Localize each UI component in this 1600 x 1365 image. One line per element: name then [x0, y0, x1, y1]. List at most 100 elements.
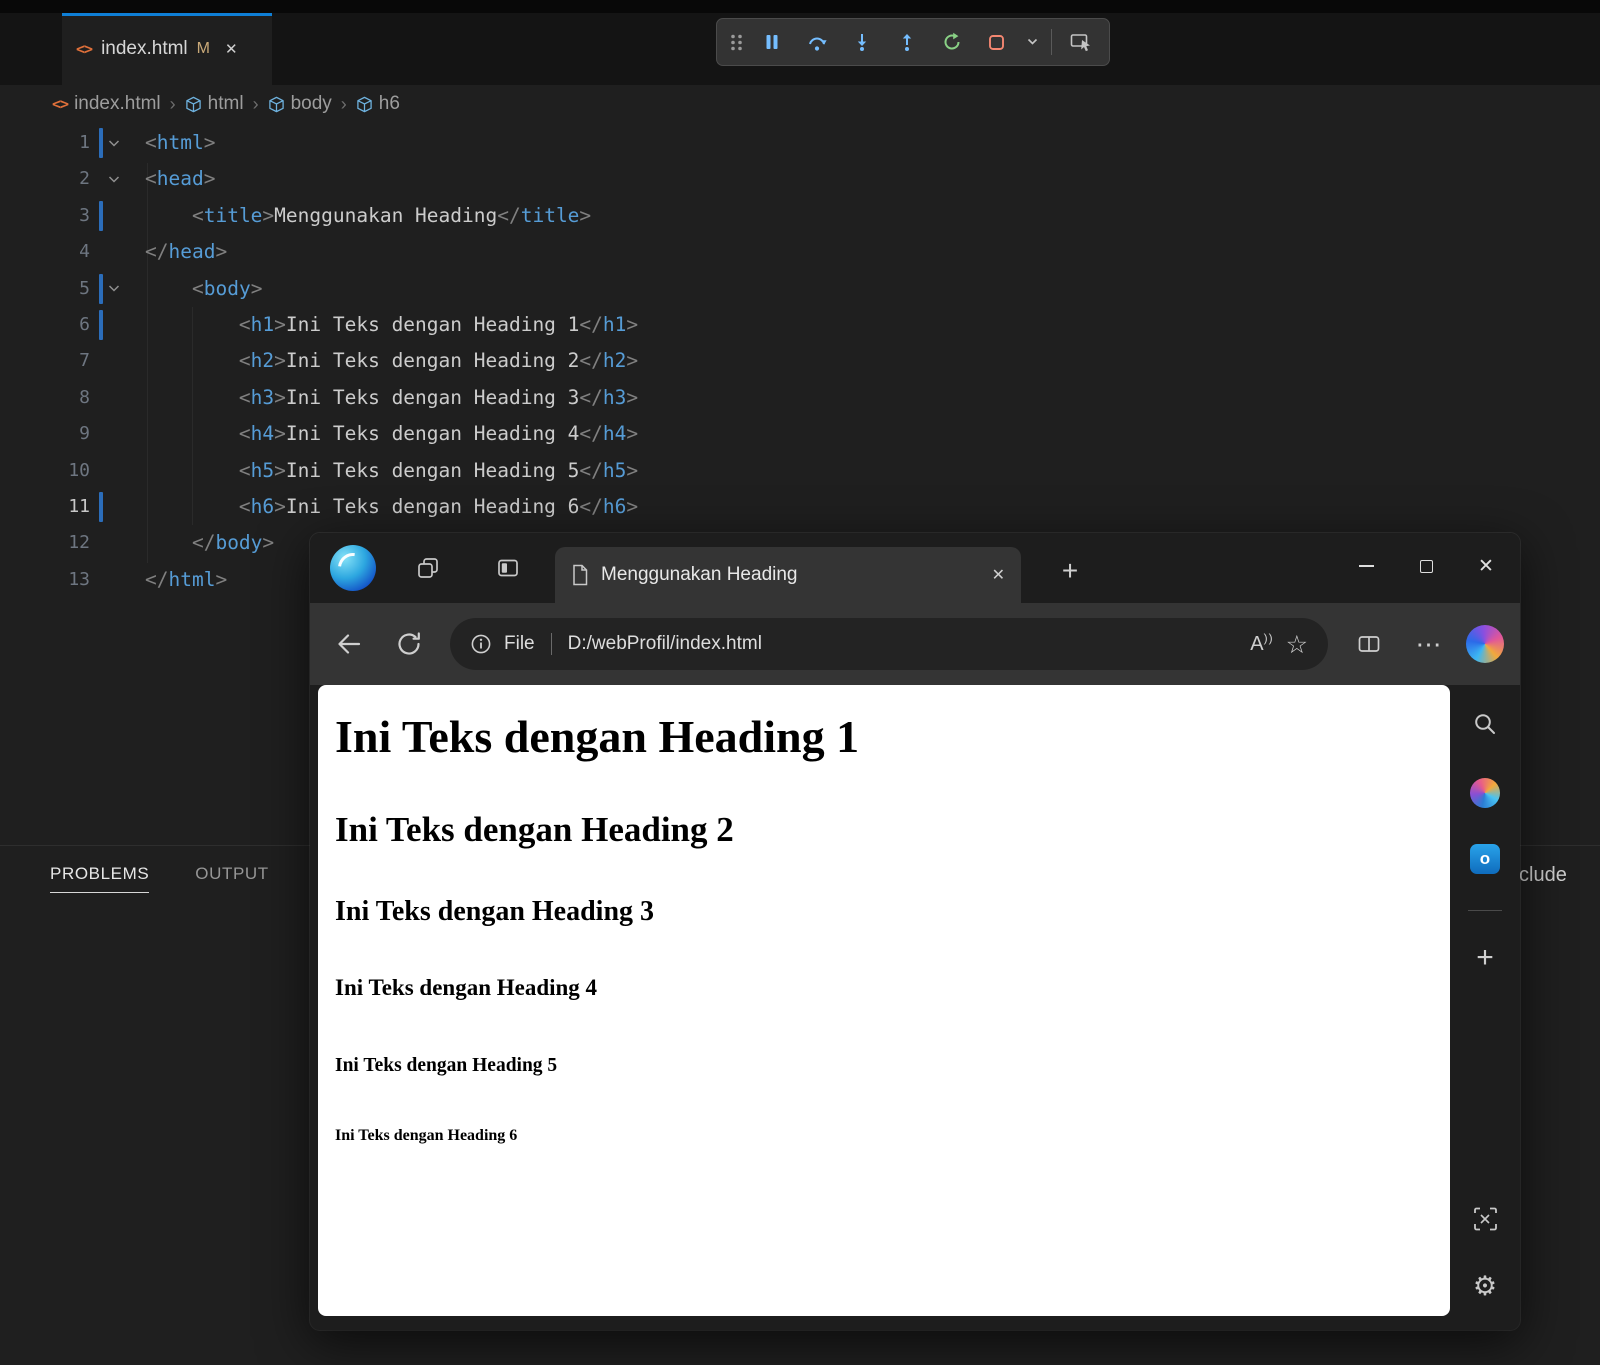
tab-close-icon[interactable]: ✕ [225, 40, 238, 58]
info-icon[interactable] [470, 633, 492, 655]
code-line-5[interactable]: 5 <body> [0, 271, 1600, 307]
address-bar[interactable]: File D:/webProfil/index.html A )) ☆ [450, 618, 1328, 670]
code-line-3[interactable]: 3 <title>Menggunakan Heading</title> [0, 198, 1600, 234]
toolbar-separator [1051, 29, 1052, 55]
tab-group-button[interactable] [410, 550, 446, 586]
breadcrumb-symbol-label: h6 [378, 93, 400, 114]
pause-button[interactable] [749, 22, 794, 62]
line-number: 2 [79, 168, 90, 190]
code-line-2[interactable]: 2 <head> [0, 161, 1600, 197]
code-text: </html> [145, 567, 228, 591]
copilot-icon[interactable] [1466, 625, 1504, 663]
step-into-button[interactable] [839, 22, 884, 62]
code-line-6[interactable]: 6 <h1>Ini Teks dengan Heading 1</h1> [0, 307, 1600, 343]
stop-dropdown-button[interactable] [1019, 22, 1045, 62]
panel-tabs: PROBLEMS OUTPUT [50, 864, 269, 893]
window-controls: ✕ [1336, 533, 1516, 599]
favorite-star-icon[interactable]: ☆ [1286, 630, 1308, 659]
code-text: <head> [145, 167, 216, 191]
git-modified-indicator [99, 309, 103, 340]
settings-gear-icon[interactable]: ⚙ [1473, 1273, 1497, 1300]
page-heading-h6: Ini Teks dengan Heading 6 [335, 1127, 518, 1145]
git-modified-indicator [99, 128, 103, 158]
code-line-11[interactable]: 11 <h6>Ini Teks dengan Heading 6</h6> [0, 489, 1600, 525]
close-button[interactable]: ✕ [1456, 533, 1516, 599]
line-number: 3 [79, 204, 90, 226]
code-line-7[interactable]: 7 <h2>Ini Teks dengan Heading 2</h2> [0, 343, 1600, 379]
step-over-button[interactable] [794, 22, 839, 62]
minimize-icon [1358, 565, 1374, 567]
pause-icon [766, 35, 777, 49]
new-tab-button[interactable]: + [1048, 549, 1092, 593]
debug-drag-handle[interactable] [723, 22, 749, 62]
restart-button[interactable] [929, 22, 974, 62]
html-file-icon: <> [52, 95, 69, 113]
line-number: 8 [79, 386, 90, 408]
split-screen-icon [1358, 636, 1380, 652]
sidebar-search-button[interactable] [1472, 711, 1498, 742]
address-scheme: File [504, 633, 535, 654]
breadcrumb-symbol-html[interactable]: html [185, 93, 244, 115]
vertical-tabs-button[interactable] [490, 550, 526, 586]
stop-button[interactable] [974, 22, 1019, 62]
read-aloud-button[interactable]: A )) [1250, 631, 1273, 655]
sidebar-add-button[interactable]: + [1476, 943, 1494, 973]
breadcrumb-file[interactable]: <> index.html [52, 93, 161, 115]
minimize-button[interactable] [1336, 533, 1396, 599]
code-line-9[interactable]: 9 <h4>Ini Teks dengan Heading 4</h4> [0, 416, 1600, 452]
code-text: <h6>Ini Teks dengan Heading 6</h6> [238, 494, 639, 518]
inspect-button[interactable] [1058, 22, 1103, 62]
browser-toolbar: File D:/webProfil/index.html A )) ☆ ⋯ [310, 603, 1520, 685]
tab-close-icon[interactable]: ✕ [992, 565, 1005, 585]
address-divider [550, 633, 552, 655]
refresh-button[interactable] [386, 621, 432, 667]
browser-logo-icon[interactable] [330, 545, 376, 591]
edge-sidebar: o + ⚙ [1450, 685, 1520, 1330]
back-button[interactable] [326, 621, 372, 667]
line-number: 11 [68, 495, 90, 517]
browser-tab-title: Menggunakan Heading [601, 564, 798, 585]
panel-tab-output[interactable]: OUTPUT [195, 864, 268, 893]
code-editor[interactable]: 1 <html> 2 <head> 3 <title>Menggunakan Headi… [0, 125, 1600, 598]
code-line-8[interactable]: 8 <h3>Ini Teks dengan Heading 3</h3> [0, 380, 1600, 416]
screenshot-icon [1474, 1207, 1497, 1231]
line-number: 12 [68, 532, 90, 554]
outlook-icon[interactable]: o [1470, 844, 1500, 874]
git-modified-indicator [99, 200, 103, 231]
code-line-1[interactable]: 1 <html> [0, 125, 1600, 161]
code-line-4[interactable]: 4 </head> [0, 234, 1600, 270]
maximize-button[interactable] [1396, 533, 1456, 599]
code-text: <h1>Ini Teks dengan Heading 1</h1> [238, 312, 639, 336]
step-over-icon [808, 37, 827, 51]
m365-icon[interactable] [1470, 778, 1500, 808]
screenshot-button[interactable] [1472, 1206, 1498, 1237]
browser-tab-active[interactable]: Menggunakan Heading ✕ [555, 547, 1021, 603]
split-screen-button[interactable] [1346, 621, 1392, 667]
symbol-cube-icon [357, 96, 372, 112]
step-out-button[interactable] [884, 22, 929, 62]
editor-tab-index-html[interactable]: <> index.html M ✕ [62, 13, 272, 85]
back-arrow-icon [338, 634, 361, 654]
symbol-cube-icon [268, 96, 284, 112]
breadcrumb-separator: › [169, 93, 176, 114]
line-number: 9 [79, 423, 90, 445]
restart-icon [944, 32, 959, 50]
fold-chevron-icon[interactable] [108, 161, 120, 197]
panel-tab-problems[interactable]: PROBLEMS [50, 864, 150, 893]
maximize-icon [1419, 559, 1433, 573]
breadcrumb: <> index.html › html › body › h6 [52, 88, 400, 120]
breadcrumb-symbol-h6[interactable]: h6 [356, 93, 400, 115]
page-heading-h4: Ini Teks dengan Heading 4 [335, 975, 598, 1001]
browser-tab-strip: Menggunakan Heading ✕ + ✕ [310, 533, 1520, 603]
more-menu-button[interactable]: ⋯ [1406, 621, 1452, 667]
tab-group-icon [418, 558, 438, 578]
fold-chevron-icon[interactable] [108, 271, 120, 307]
address-url: D:/webProfil/index.html [567, 633, 762, 654]
line-number: 1 [79, 132, 90, 153]
code-line-10[interactable]: 10 <h5>Ini Teks dengan Heading 5</h5> [0, 453, 1600, 489]
breadcrumb-symbol-body[interactable]: body [268, 93, 332, 115]
code-text: <h4>Ini Teks dengan Heading 4</h4> [238, 422, 639, 446]
drag-handle-icon [730, 34, 742, 50]
fold-chevron-icon[interactable] [108, 125, 120, 161]
line-number: 4 [79, 241, 90, 263]
